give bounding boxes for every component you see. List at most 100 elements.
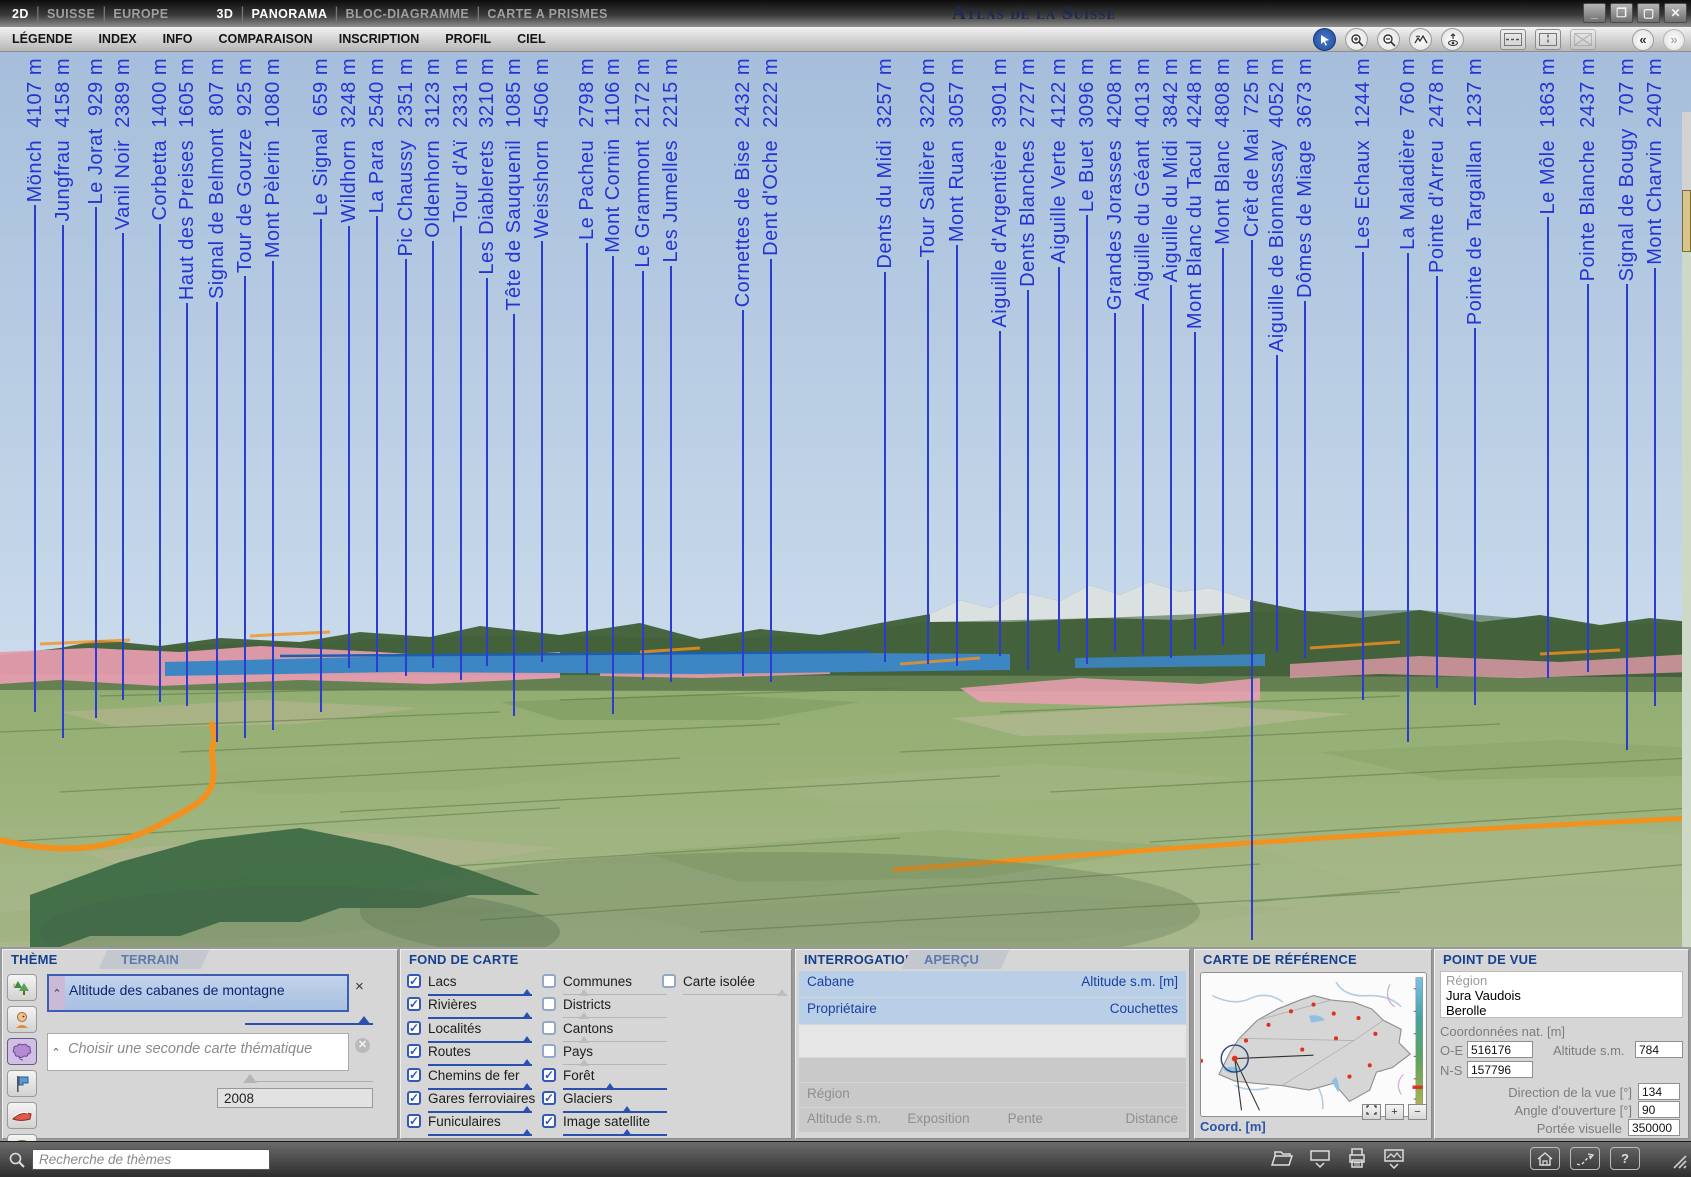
- remove-second-theme-icon[interactable]: ✕: [355, 1038, 370, 1053]
- menu-inscription[interactable]: INSCRIPTION: [339, 32, 420, 46]
- layer-transparency-slider[interactable]: [563, 1129, 667, 1137]
- checkbox-checked-icon[interactable]: ✓: [542, 1114, 556, 1128]
- layer-toggle-for-t[interactable]: ✓Forêt: [542, 1067, 662, 1090]
- query-row-proprietaire[interactable]: Propriétaire Couchettes: [799, 998, 1186, 1024]
- thematic-maps-icon[interactable]: [7, 1038, 37, 1065]
- forest-icon[interactable]: [7, 974, 37, 1001]
- export-image-icon[interactable]: [1382, 1147, 1406, 1169]
- tab-terrain[interactable]: TERRAIN: [99, 950, 209, 969]
- angle-field[interactable]: [1638, 1101, 1680, 1118]
- layer-toggle-chemins-de-fer[interactable]: ✓Chemins de fer: [407, 1067, 542, 1090]
- second-theme-slider[interactable]: [245, 1074, 373, 1084]
- collapse-left-icon[interactable]: «: [1632, 29, 1654, 51]
- resize-grip[interactable]: [1668, 1150, 1688, 1170]
- altitude-field[interactable]: [1635, 1041, 1683, 1058]
- layer-transparency-slider[interactable]: [683, 989, 787, 997]
- map-zoom-out-button[interactable]: −: [1408, 1104, 1427, 1120]
- collapse-right-icon[interactable]: »: [1663, 29, 1685, 51]
- query-row-cabane[interactable]: Cabane Altitude s.m. [m]: [799, 971, 1186, 997]
- layer-toggle-localit-s[interactable]: ✓Localités: [407, 1020, 542, 1043]
- chevron-up-icon[interactable]: ⌃: [48, 1034, 64, 1070]
- checkbox-checked-icon[interactable]: ✓: [542, 1068, 556, 1082]
- split-vertical-icon[interactable]: [1535, 29, 1561, 50]
- remove-theme-icon[interactable]: ×: [355, 978, 364, 995]
- checkbox-unchecked-icon[interactable]: ✓: [662, 974, 676, 988]
- menu-ciel[interactable]: CIEL: [517, 32, 545, 46]
- tab-panorama[interactable]: PANORAMA: [251, 7, 327, 21]
- theme-search-input[interactable]: [32, 1149, 270, 1170]
- checkbox-checked-icon[interactable]: ✓: [407, 1091, 421, 1105]
- direction-field[interactable]: [1638, 1083, 1680, 1100]
- checkbox-checked-icon[interactable]: ✓: [407, 1044, 421, 1058]
- layer-toggle-routes[interactable]: ✓Routes: [407, 1043, 542, 1066]
- layer-toggle-cantons[interactable]: ✓Cantons: [542, 1020, 662, 1043]
- ns-field[interactable]: [1467, 1061, 1533, 1078]
- checkbox-checked-icon[interactable]: ✓: [407, 1114, 421, 1128]
- tab-apercu[interactable]: APERÇU: [902, 950, 1009, 969]
- eye-level-icon[interactable]: [1441, 28, 1464, 51]
- checkbox-unchecked-icon[interactable]: ✓: [542, 1021, 556, 1035]
- layer-toggle-pays[interactable]: ✓Pays: [542, 1043, 662, 1066]
- transport-icon[interactable]: [7, 1102, 37, 1129]
- menu-index[interactable]: INDEX: [98, 32, 136, 46]
- tab-2d[interactable]: 2D: [12, 7, 29, 21]
- close-button[interactable]: ✕: [1664, 3, 1687, 23]
- checkbox-checked-icon[interactable]: ✓: [407, 974, 421, 988]
- checkbox-unchecked-icon[interactable]: ✓: [542, 997, 556, 1011]
- close-pane-icon[interactable]: [1570, 29, 1596, 50]
- tab-bloc-diagramme[interactable]: BLOC-DIAGRAMME: [346, 7, 470, 21]
- zoom-out-icon[interactable]: [1377, 28, 1400, 51]
- portee-field[interactable]: [1628, 1119, 1680, 1136]
- folder-icon[interactable]: [1270, 1148, 1294, 1168]
- layer-transparency-slider[interactable]: [428, 1129, 532, 1137]
- panorama-view-icon[interactable]: [1409, 28, 1432, 51]
- printer-icon[interactable]: [1346, 1147, 1368, 1169]
- checkbox-checked-icon[interactable]: ✓: [407, 1021, 421, 1035]
- layer-toggle-lacs[interactable]: ✓Lacs: [407, 973, 542, 996]
- home-icon[interactable]: [1530, 1147, 1560, 1170]
- menu-legende[interactable]: LÉGENDE: [12, 32, 72, 46]
- tab-europe[interactable]: EUROPE: [113, 7, 168, 21]
- maximize-button[interactable]: ▢: [1637, 3, 1660, 23]
- second-theme-slot[interactable]: ⌃ Choisir une seconde carte thématique: [47, 1033, 349, 1071]
- checkbox-checked-icon[interactable]: ✓: [407, 1068, 421, 1082]
- zoom-in-icon[interactable]: [1345, 28, 1368, 51]
- checkbox-unchecked-icon[interactable]: ✓: [542, 1044, 556, 1058]
- switzerland-overview-map[interactable]: [1200, 972, 1427, 1117]
- chevron-up-icon[interactable]: ⌃: [49, 976, 65, 1010]
- fullscreen-map-icon[interactable]: [1362, 1104, 1381, 1120]
- restore-button[interactable]: ❐: [1610, 3, 1633, 23]
- layer-toggle-districts[interactable]: ✓Districts: [542, 996, 662, 1019]
- layer-toggle-gares-ferroviaires[interactable]: ✓Gares ferroviaires: [407, 1090, 542, 1113]
- tab-carte-a-prismes[interactable]: CARTE A PRISMES: [487, 7, 607, 21]
- oe-field[interactable]: [1467, 1041, 1533, 1058]
- active-theme-slot[interactable]: ⌃ Altitude des cabanes de montagne: [47, 974, 349, 1012]
- help-icon[interactable]: ?: [1610, 1147, 1640, 1170]
- menu-info[interactable]: INFO: [163, 32, 193, 46]
- year-field[interactable]: [217, 1088, 373, 1108]
- menu-comparaison[interactable]: COMPARAISON: [219, 32, 313, 46]
- tab-suisse[interactable]: SUISSE: [47, 7, 95, 21]
- peak-label-text: Tour d'Aï 2331 m: [451, 58, 471, 223]
- checkbox-checked-icon[interactable]: ✓: [407, 997, 421, 1011]
- layer-toggle-carte-isol-e[interactable]: ✓Carte isolée: [662, 973, 782, 996]
- route-icon[interactable]: [1570, 1147, 1600, 1170]
- flag-icon[interactable]: [7, 1070, 37, 1097]
- person-icon[interactable]: [7, 1006, 37, 1033]
- layer-toggle-image-satellite[interactable]: ✓Image satellite: [542, 1113, 662, 1136]
- checkbox-checked-icon[interactable]: ✓: [542, 1091, 556, 1105]
- layer-toggle-funiculaires[interactable]: ✓Funiculaires: [407, 1113, 542, 1136]
- layer-toggle-communes[interactable]: ✓Communes: [542, 973, 662, 996]
- tab-3d[interactable]: 3D: [217, 7, 234, 21]
- theme-transparency-slider[interactable]: [245, 1016, 373, 1026]
- panorama-viewport[interactable]: Mönch 4107 mJungfrau 4158 mLe Jorat 929 …: [0, 52, 1691, 947]
- checkbox-unchecked-icon[interactable]: ✓: [542, 974, 556, 988]
- split-horizontal-icon[interactable]: [1500, 29, 1526, 50]
- layer-toggle-glaciers[interactable]: ✓Glaciers: [542, 1090, 662, 1113]
- select-cursor-icon[interactable]: [1313, 28, 1336, 51]
- map-zoom-in-button[interactable]: +: [1385, 1104, 1404, 1120]
- layers-icon[interactable]: [1308, 1147, 1332, 1169]
- layer-toggle-rivi-res[interactable]: ✓Rivières: [407, 996, 542, 1019]
- minimize-button[interactable]: _: [1583, 3, 1606, 23]
- menu-profil[interactable]: PROFIL: [445, 32, 491, 46]
